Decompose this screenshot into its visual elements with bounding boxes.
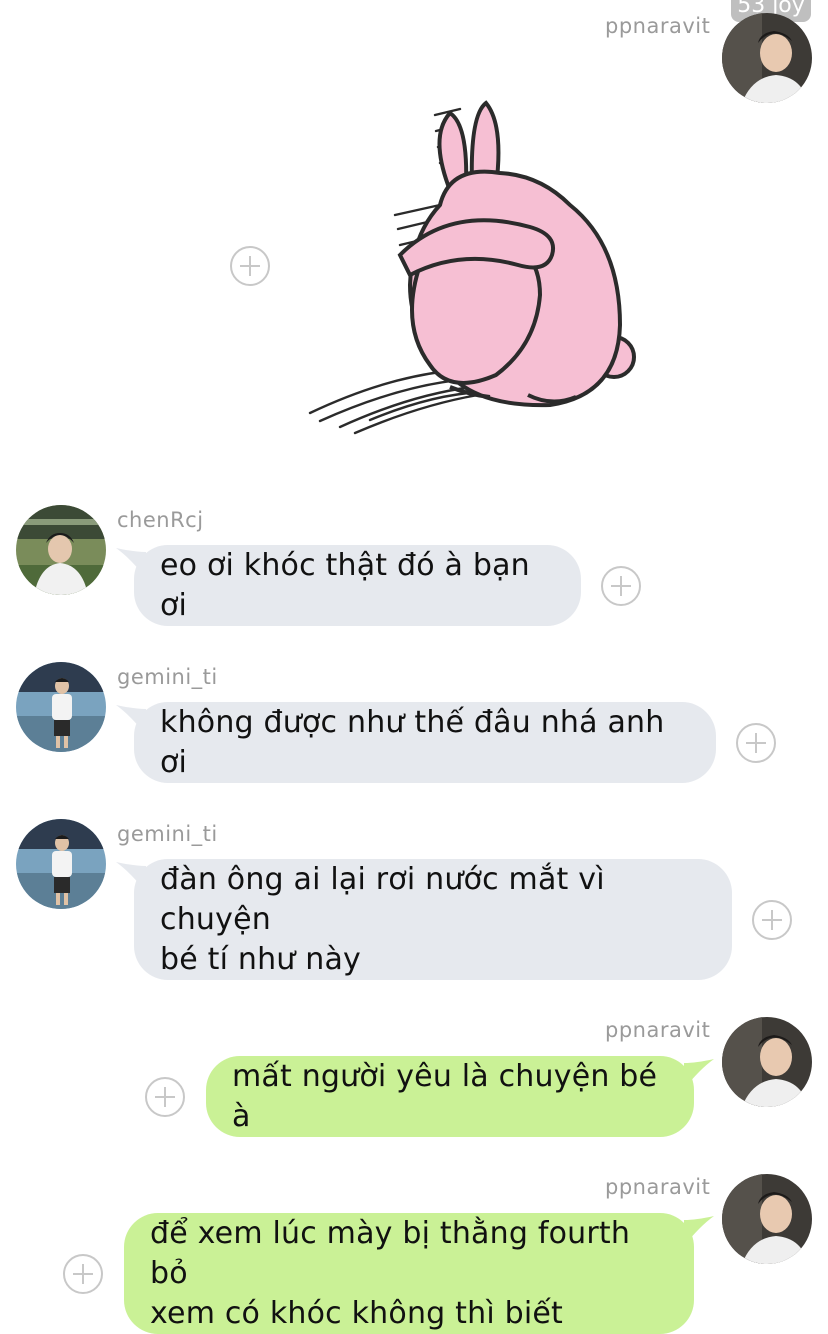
message-bubble[interactable]: mất người yêu là chuyện bé à [206,1056,694,1137]
sender-name: ppnaravit [605,1018,711,1042]
add-reaction-icon[interactable] [63,1254,103,1294]
message-bubble[interactable]: không được như thế đâu nhá anh ơi [134,702,716,783]
pink-rabbit-crying-sticker [300,95,640,455]
message-text: không được như thế đâu nhá anh ơi [160,704,665,780]
bubble-tail [684,1216,714,1246]
add-reaction-icon[interactable] [145,1077,185,1117]
add-reaction-icon[interactable] [601,566,641,606]
message-bubble[interactable]: eo ơi khóc thật đó à bạn ơi [134,545,581,626]
message-text: eo ơi khóc thật đó à bạn ơi [160,547,530,623]
avatar-gemini-ti[interactable] [16,819,106,909]
sender-name: gemini_ti [117,665,218,689]
sender-name: chenRcj [117,508,204,532]
avatar-ppnaravit[interactable] [722,1017,812,1107]
sender-name: gemini_ti [117,822,218,846]
avatar-ppnaravit[interactable] [722,13,812,103]
sender-name: ppnaravit [605,1175,711,1199]
add-reaction-icon[interactable] [230,246,270,286]
bubble-tail [684,1059,714,1089]
add-reaction-icon[interactable] [736,723,776,763]
avatar-gemini-ti[interactable] [16,662,106,752]
avatar-chenrcj[interactable] [16,505,106,595]
message-bubble[interactable]: để xem lúc mày bị thằng fourth bỏ xem có… [124,1213,694,1334]
add-reaction-icon[interactable] [752,900,792,940]
message-text: để xem lúc mày bị thằng fourth bỏ xem có… [150,1215,631,1331]
message-text: mất người yêu là chuyện bé à [232,1058,658,1134]
message-text: đàn ông ai lại rơi nước mắt vì chuyện bé… [160,861,605,977]
avatar-ppnaravit[interactable] [722,1174,812,1264]
sender-name: ppnaravit [605,14,711,38]
message-bubble[interactable]: đàn ông ai lại rơi nước mắt vì chuyện bé… [134,859,732,980]
